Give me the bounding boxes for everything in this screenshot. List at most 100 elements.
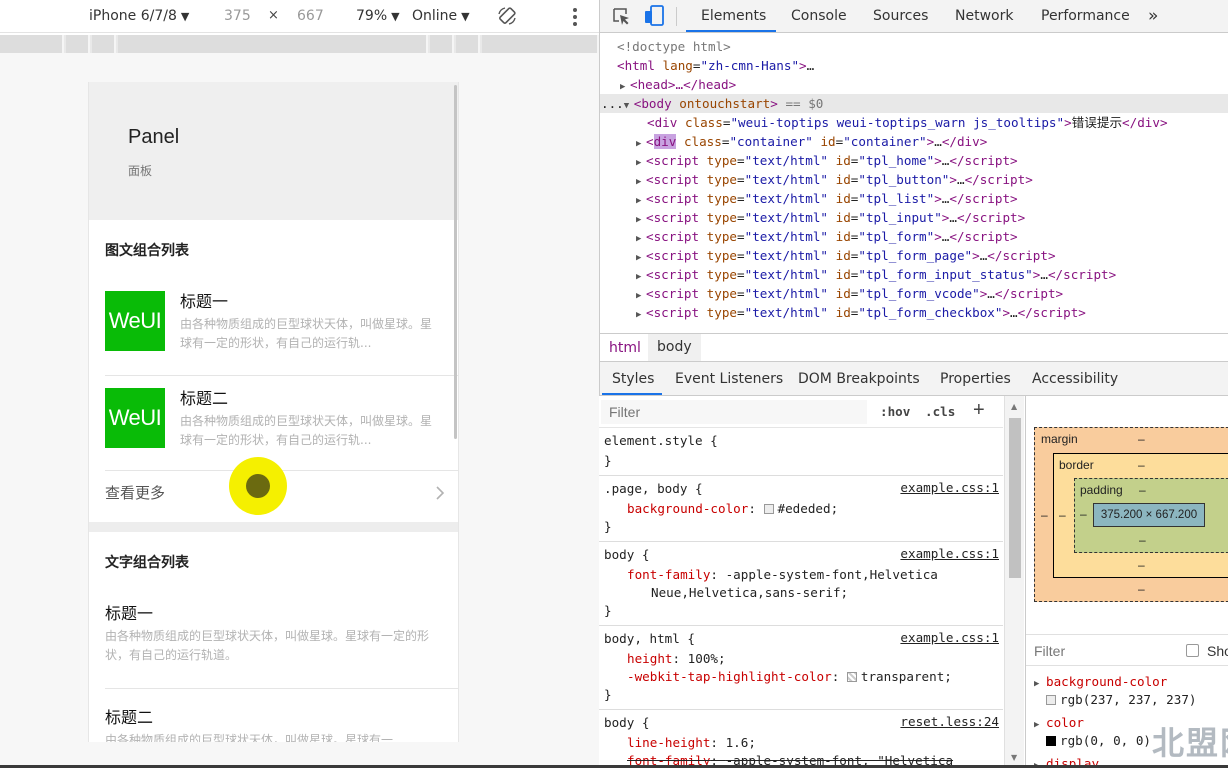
zoom-select[interactable]: 79% ▼ [356,7,400,25]
class-toggle-button[interactable]: .cls [925,404,955,419]
rule-source-link[interactable]: reset.less:24 [900,714,999,729]
styles-pane[interactable]: :hov .cls + element.style { } .page, bod… [599,396,1003,768]
device-select[interactable]: iPhone 6/7/8 ▼ [89,7,189,25]
style-declaration[interactable]: height: 100%; [627,650,726,668]
scroll-up-icon[interactable]: ▲ [1011,402,1017,411]
list-item-desc: 由各种物质组成的巨型球状天体，叫做星球。星球有一定的形状，有自己的运行轨... [180,414,433,447]
color-swatch[interactable] [763,504,774,514]
prop-value: rgb(0, 0, 0) [1060,733,1151,748]
color-swatch[interactable] [846,672,857,682]
dom-node[interactable]: ▶ <script type="text/html" id="tpl_button… [600,170,1228,189]
show-all-checkbox[interactable] [1186,644,1199,657]
breadcrumb-html[interactable]: html [609,340,641,356]
height-input[interactable]: 667 [297,7,324,25]
list-item[interactable]: 标题二 由各种物质组成的巨型球状天体，叫做星球。星球有一 [105,704,445,742]
doctype: <!doctype html> [617,39,731,54]
tab-sources[interactable]: Sources [873,0,928,33]
rule-close: } [604,519,612,534]
style-declaration[interactable]: -webkit-tap-highlight-color: transparent… [627,668,952,686]
box-model-content[interactable]: 375.200 × 667.200 [1093,503,1205,527]
dom-node[interactable]: ▶ <script type="text/html" id="tpl_form">… [600,227,1228,246]
dom-node-selected[interactable]: ...▼ <body ontouchstart> == $0 [600,94,1228,113]
new-rule-button[interactable]: + [973,399,985,422]
box-model-border[interactable]: border – – – padding – – – 375.200 × 667… [1053,453,1228,578]
media-query-segment[interactable] [66,35,90,53]
computed-property[interactable]: ▶ color [1034,715,1084,730]
style-declaration[interactable]: line-height: 1.6; [627,734,756,752]
style-rule[interactable]: body, html { example.css:1 height: 100%;… [599,626,1003,710]
box-model-padding[interactable]: padding – – – 375.200 × 667.200 [1074,478,1228,553]
tab-elements[interactable]: Elements [701,0,766,33]
media-query-segment[interactable] [456,35,480,53]
inspect-element-icon[interactable] [611,6,631,26]
dom-node[interactable]: ▶ <script type="text/html" id="tpl_list">… [600,189,1228,208]
styles-scrollbar[interactable]: ▲ ▼ [1004,396,1024,768]
node-actions[interactable]: ... [601,96,624,111]
expand-arrow-icon[interactable]: ▶ [1034,679,1046,689]
computed-property[interactable]: ▶ background-color [1034,674,1167,689]
width-input[interactable]: 375 [224,7,251,25]
dom-node[interactable]: <!doctype html> [600,37,1228,56]
rule-source-link[interactable]: example.css:1 [900,630,999,645]
tag-name: html [624,58,655,73]
rule-source-link[interactable]: example.css:1 [900,480,999,495]
style-rule[interactable]: .page, body { example.css:1 background-c… [599,476,1003,542]
device-toggle-icon[interactable] [644,5,664,27]
tab-properties[interactable]: Properties [940,371,1011,387]
attr-value: "tpl_form_page" [858,248,973,263]
list-item[interactable]: 标题一 由各种物质组成的巨型球状天体，叫做星球。星球有一定的形状，有自己的运行轨… [105,600,445,665]
style-rule[interactable]: body { reset.less:24 line-height: 1.6; f… [599,710,1003,768]
tab-performance[interactable]: Performance [1041,0,1130,33]
tab-accessibility[interactable]: Accessibility [1032,371,1118,387]
expand-arrow-icon[interactable]: ▶ [1034,720,1046,730]
tab-event-listeners[interactable]: Event Listeners [675,371,783,387]
color-swatch [1046,736,1056,746]
media-query-segment[interactable] [0,35,64,53]
rule-source-link[interactable]: example.css:1 [900,546,999,561]
dom-node[interactable]: <html lang="zh-cmn-Hans">… [600,56,1228,75]
network-select[interactable]: Online ▼ [412,7,470,25]
list-item[interactable]: WeUI 标题一 由各种物质组成的巨型球状天体，叫做星球。星球有一定的形状，有自… [105,291,445,363]
dom-node[interactable]: ▶ <script type="text/html" id="tpl_form_p… [600,246,1228,265]
style-declaration[interactable]: background-color: #ededed; [627,500,838,518]
tab-styles[interactable]: Styles [612,371,654,387]
tab-network[interactable]: Network [955,0,1013,33]
style-rule[interactable]: body { example.css:1 font-family: -apple… [599,542,1003,626]
phone-scrollbar[interactable] [454,85,457,439]
more-tabs-icon[interactable]: » [1148,0,1158,33]
prop-name: font-family [627,567,711,582]
box-model-margin[interactable]: margin – – – border – – – padding – – – … [1034,427,1228,602]
prop-name: background-color [1046,674,1168,689]
dom-node[interactable]: ▶ <script type="text/html" id="tpl_form_v… [600,284,1228,303]
dom-node[interactable]: <div class="weui-toptips weui-toptips_wa… [600,113,1228,132]
dot [573,15,577,19]
hover-state-button[interactable]: :hov [880,404,910,419]
dom-node[interactable]: ▶ <script type="text/html" id="tpl_form_c… [600,303,1228,322]
phone-viewport[interactable]: Panel 面板 图文组合列表 WeUI 标题一 由各种物质组成的巨型球状天体，… [88,82,459,742]
dom-node[interactable]: ▶ <script type="text/html" id="tpl_input"… [600,208,1228,227]
media-query-segment[interactable] [482,35,599,53]
list-item-desc: 由各种物质组成的巨型球状天体，叫做星球。星球有一定的形状，有自己的运行轨... [180,317,433,350]
dom-node[interactable]: ▶ <head>…</head> [600,75,1228,94]
tab-dom-breakpoints[interactable]: DOM Breakpoints [798,371,920,387]
scrollbar-thumb[interactable] [1009,418,1021,578]
media-query-bar[interactable] [0,35,599,53]
media-query-segment[interactable] [430,35,454,53]
scroll-down-icon[interactable]: ▼ [1011,753,1017,762]
list-item[interactable]: WeUI 标题二 由各种物质组成的巨型球状天体，叫做星球。星球有一定的形状，有自… [105,388,445,460]
expand-arrow-icon[interactable]: ▶ [636,306,646,325]
breadcrumb-body[interactable]: body [648,334,701,361]
dom-node[interactable]: ▶ <script type="text/html" id="tpl_form_i… [600,265,1228,284]
styles-filter-input[interactable] [601,400,867,424]
rotate-icon[interactable] [497,6,517,26]
media-query-segment[interactable] [118,35,428,53]
style-declaration[interactable]: font-family: -apple-system-font,Helvetic… [627,566,938,584]
dom-node[interactable]: ▶ <script type="text/html" id="tpl_home">… [600,151,1228,170]
computed-filter-input[interactable]: Filter [1034,643,1065,659]
tab-console[interactable]: Console [791,0,847,33]
dom-node[interactable]: ▶ <div class="container" id="container">…… [600,132,1228,151]
more-options-icon[interactable] [568,6,582,26]
media-query-segment[interactable] [92,35,116,53]
style-rule[interactable]: element.style { } [599,428,1003,476]
dom-tree[interactable]: <!doctype html> <html lang="zh-cmn-Hans"… [600,34,1228,333]
